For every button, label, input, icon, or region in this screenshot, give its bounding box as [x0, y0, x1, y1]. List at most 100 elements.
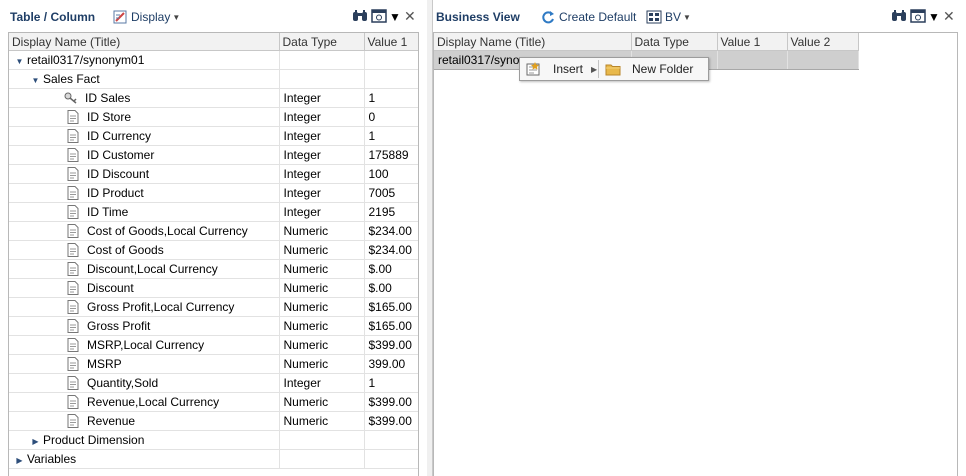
column-header-value-1[interactable]: Value 1	[364, 33, 418, 51]
collapse-arrow-icon[interactable]: ▶	[31, 437, 40, 446]
tree-row[interactable]: MSRP Numeric 399.00	[9, 354, 418, 374]
table-column-header: Table / Column Display ▼ ▼ ✕	[0, 0, 427, 32]
menu-item-new-folder[interactable]: New Folder	[599, 58, 708, 80]
tree-cell-value-1: 175889	[364, 145, 418, 165]
column-header-value-2[interactable]: Value 2	[787, 33, 859, 51]
tree-item-label: Revenue,Local Currency	[87, 395, 220, 409]
tree-item-label: Discount,Local Currency	[87, 262, 218, 276]
field-icon	[67, 129, 79, 143]
tree-row[interactable]: ID Currency Integer 1	[9, 126, 418, 146]
tree-row[interactable]: Gross Profit,Local Currency Numeric $165.0…	[9, 297, 418, 317]
tree-row[interactable]: MSRP,Local Currency Numeric $399.00	[9, 335, 418, 355]
tree-row[interactable]: Cost of Goods,Local Currency Numeric $234.…	[9, 221, 418, 241]
tree-row[interactable]: Cost of Goods Numeric $234.00	[9, 240, 418, 260]
column-header-data-type[interactable]: Data Type	[631, 33, 718, 51]
tree-cell-data-type: Integer	[279, 202, 365, 222]
field-icon	[67, 338, 79, 352]
tree-row[interactable]: ▶ Product Dimension	[9, 430, 418, 450]
tree-cell-value-1: $165.00	[364, 297, 418, 317]
tree-cell-data-type: Integer	[279, 88, 365, 108]
tree-cell-value-1: 1	[364, 88, 418, 108]
bv-label: BV	[665, 10, 682, 24]
column-header-value-1[interactable]: Value 1	[717, 33, 788, 51]
find-button[interactable]	[891, 9, 907, 25]
tree-item-label: ID Discount	[87, 167, 150, 181]
tree-row[interactable]: ▼ retail0317/synonym01	[9, 50, 418, 70]
field-icon	[67, 281, 79, 295]
close-icon[interactable]: ✕	[943, 9, 955, 23]
tree-row[interactable]: Gross Profit Numeric $165.00	[9, 316, 418, 336]
panel-title: Business View	[436, 10, 520, 24]
table-header-row: Display Name (Title) Data Type Value 1 V…	[434, 33, 859, 51]
tree-row[interactable]: Revenue,Local Currency Numeric $399.00	[9, 392, 418, 412]
create-default-button[interactable]: Create Default	[540, 8, 636, 26]
bv-icon	[646, 9, 662, 25]
tree-cell-name: ID Discount	[9, 164, 280, 184]
tree-cell-name: Discount	[9, 278, 280, 298]
tree-cell-name: ID Currency	[9, 126, 280, 146]
tree-cell-data-type: Numeric	[279, 411, 365, 431]
collapse-arrow-icon[interactable]: ▶	[15, 456, 24, 465]
tree-item-label: ID Product	[87, 186, 144, 200]
chevron-down-icon: ▼	[928, 10, 940, 24]
tree-row[interactable]: ID Store Integer 0	[9, 107, 418, 127]
find-button[interactable]	[352, 9, 368, 25]
tree-cell-value-1: $165.00	[364, 316, 418, 336]
tree-row[interactable]: ID Product Integer 7005	[9, 183, 418, 203]
column-header-data-type[interactable]: Data Type	[279, 33, 365, 51]
field-icon	[67, 395, 79, 409]
expand-arrow-icon[interactable]: ▼	[15, 57, 24, 66]
tree-item-label: Cost of Goods	[87, 243, 164, 257]
tree-cell-data-type: Integer	[279, 373, 365, 393]
tree-cell-data-type: Numeric	[279, 354, 365, 374]
tree-item-label: retail0317/synonym01	[27, 53, 145, 67]
tree-item-label: ID Sales	[85, 91, 131, 105]
tree-cell-value-1: $.00	[364, 278, 418, 298]
table-column-panel: Table / Column Display ▼ ▼ ✕ Display Nam…	[0, 0, 428, 476]
binoculars-icon	[891, 8, 907, 27]
tree-row[interactable]: Discount Numeric $.00	[9, 278, 418, 298]
field-icon	[67, 357, 79, 371]
tree-cell-data-type: Numeric	[279, 259, 365, 279]
menu-item-insert[interactable]: Insert ▶	[520, 58, 598, 80]
view-options-button[interactable]: ▼	[371, 8, 401, 25]
create-default-label: Create Default	[559, 10, 637, 24]
tree-cell-data-type: Integer	[279, 183, 365, 203]
column-header-display-name[interactable]: Display Name (Title)	[9, 33, 280, 51]
tree-row[interactable]: ID Time Integer 2195	[9, 202, 418, 222]
tree-cell-name: ID Product	[9, 183, 280, 203]
tree-row[interactable]: ▼ Sales Fact	[9, 69, 418, 89]
tree-cell-data-type: Integer	[279, 164, 365, 184]
field-icon	[67, 300, 79, 314]
expand-arrow-icon[interactable]: ▼	[31, 76, 40, 85]
column-header-display-name[interactable]: Display Name (Title)	[434, 33, 632, 51]
tree-cell-name: ID Store	[9, 107, 280, 127]
tree-row[interactable]: ID Discount Integer 100	[9, 164, 418, 184]
tree-cell-data-type: Numeric	[279, 335, 365, 355]
key-icon	[63, 91, 79, 105]
tree-cell-value-1: 7005	[364, 183, 418, 203]
tree-cell-value-1: $399.00	[364, 335, 418, 355]
close-icon[interactable]: ✕	[404, 9, 416, 23]
tree-cell-value-1: 0	[364, 107, 418, 127]
field-icon	[67, 167, 79, 181]
tree-cell-name: Cost of Goods	[9, 240, 280, 260]
tree-cell-name: ▼ Sales Fact	[9, 69, 280, 89]
tree-item-label: Discount	[87, 281, 134, 295]
display-button[interactable]: Display ▼	[112, 8, 180, 26]
bv-button[interactable]: BV ▼	[646, 8, 691, 26]
display-icon	[112, 9, 128, 25]
tree-row[interactable]: Revenue Numeric $399.00	[9, 411, 418, 431]
business-view-grid: Display Name (Title) Data Type Value 1 V…	[433, 32, 958, 476]
view-options-button[interactable]: ▼	[910, 8, 940, 25]
tree-row[interactable]: Quantity,Sold Integer 1	[9, 373, 418, 393]
tree-row[interactable]: Discount,Local Currency Numeric $.00	[9, 259, 418, 279]
field-icon	[67, 319, 79, 333]
tree-row[interactable]: ID Customer Integer 175889	[9, 145, 418, 165]
row-value-1	[717, 50, 788, 70]
tree-cell-name: ▶ Variables	[9, 449, 280, 469]
tree-row[interactable]: ID Sales Integer 1	[9, 88, 418, 108]
field-icon	[67, 148, 79, 162]
table-column-grid: Display Name (Title) Data Type Value 1 ▼…	[8, 32, 419, 476]
tree-row[interactable]: ▶ Variables	[9, 449, 418, 469]
